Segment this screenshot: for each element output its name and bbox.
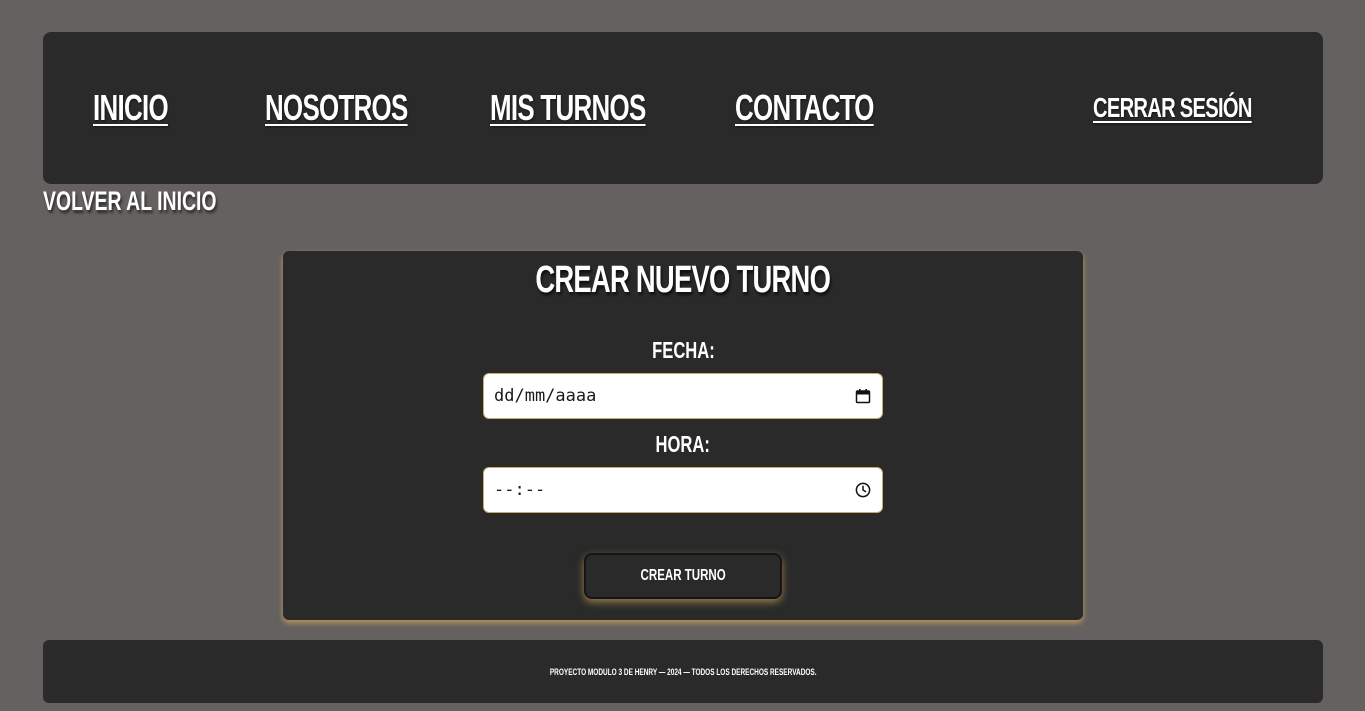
date-input[interactable]: dd/mm/aaaa — [483, 373, 883, 419]
nav-link-mis-turnos[interactable]: MIS TURNOS — [490, 32, 706, 184]
footer-text: PROYECTO MODULO 3 DE HENRY — 2024 — TODO… — [498, 667, 868, 677]
date-input-value: dd/mm/aaaa — [494, 386, 597, 406]
create-appointment-button-label: CREAR TURNO — [640, 567, 726, 584]
nav-link-inicio[interactable]: INICIO — [93, 32, 197, 184]
footer: PROYECTO MODULO 3 DE HENRY — 2024 — TODO… — [43, 640, 1323, 703]
nav-link-contacto-label: CONTACTO — [735, 87, 874, 128]
nav-link-nosotros-label: NOSOTROS — [265, 87, 408, 128]
time-input[interactable]: --:-- — [483, 467, 883, 513]
logout-link[interactable]: CERRAR SESIÓN — [1093, 32, 1313, 184]
back-to-home-link[interactable]: VOLVER AL INICIO — [43, 186, 284, 217]
footer-text-content: PROYECTO MODULO 3 DE HENRY — 2024 — TODO… — [549, 666, 817, 677]
date-label-text: FECHA: — [651, 337, 715, 363]
time-input-value: --:-- — [494, 480, 546, 500]
top-navbar: INICIO NOSOTROS MIS TURNOS CONTACTO CERR… — [43, 32, 1323, 184]
nav-link-mis-turnos-label: MIS TURNOS — [490, 87, 646, 128]
time-label: HORA: — [283, 431, 1083, 458]
back-to-home-label: VOLVER AL INICIO — [43, 186, 217, 216]
time-label-text: HORA: — [655, 431, 711, 457]
form-title: CREAR NUEVO TURNO — [283, 259, 1083, 302]
logout-link-label: CERRAR SESIÓN — [1093, 92, 1252, 123]
date-label: FECHA: — [283, 337, 1083, 364]
nav-link-nosotros[interactable]: NOSOTROS — [265, 32, 463, 184]
calendar-icon[interactable] — [854, 387, 872, 405]
clock-icon[interactable] — [854, 481, 872, 499]
form-title-text: CREAR NUEVO TURNO — [535, 259, 832, 301]
nav-link-inicio-label: INICIO — [93, 87, 169, 128]
nav-link-contacto[interactable]: CONTACTO — [735, 32, 928, 184]
create-appointment-form: CREAR NUEVO TURNO FECHA: dd/mm/aaaa HORA… — [283, 251, 1083, 620]
create-appointment-button[interactable]: CREAR TURNO — [584, 553, 782, 599]
